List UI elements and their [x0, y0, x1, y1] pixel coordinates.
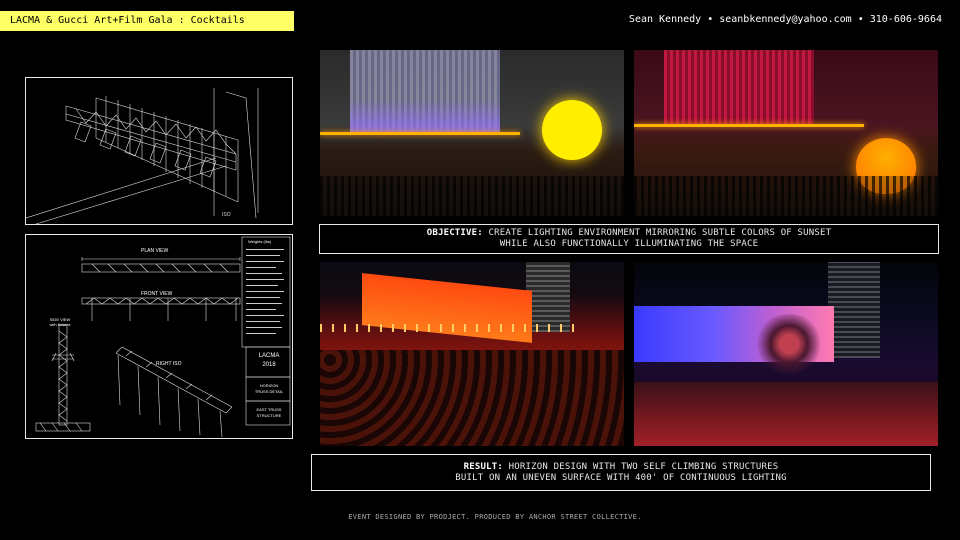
tower-building	[526, 262, 570, 332]
crowd-silhouettes-red	[634, 176, 938, 216]
palm-tree	[754, 314, 824, 374]
museum-facade-red	[664, 50, 814, 124]
plan-view-label: PLAN VIEW	[141, 248, 169, 254]
objective-text-1: CREATE LIGHTING ENVIRONMENT MIRRORING SU…	[488, 228, 832, 238]
light-line	[320, 132, 520, 135]
weights-label: Weights (lbs)	[248, 239, 272, 244]
title-block-sheet: HORIZON TRUSS DETAIL	[254, 383, 284, 394]
result-line-1: RESULT: HORIZON DESIGN WITH TWO SELF CLI…	[312, 462, 930, 473]
result-label: RESULT:	[463, 461, 504, 472]
truss-iso-render: ISO	[25, 77, 293, 225]
front-view-label: FRONT VIEW	[141, 291, 173, 297]
facade-glow	[350, 100, 500, 134]
result-text-1: HORIZON DESIGN WITH TWO SELF CLIMBING ST…	[508, 461, 779, 472]
render-sunset-red	[634, 50, 938, 216]
result-text-2: BUILT ON AN UNEVEN SURFACE WITH 400' OF …	[455, 472, 787, 483]
photo-blue-terrace	[634, 262, 938, 446]
title-block-structure: EAST TRUSS STRUCTURE	[256, 407, 282, 418]
light-line-red	[634, 124, 864, 127]
crowd-dense	[320, 350, 624, 446]
lit-pavilion	[362, 273, 532, 343]
photo-event-crowd	[320, 262, 624, 446]
result-box: RESULT: HORIZON DESIGN WITH TWO SELF CLI…	[311, 454, 931, 491]
truss-lights	[320, 324, 580, 332]
side-view-label: SIDE VIEW with fixtures	[49, 317, 71, 327]
terrace-floor	[634, 382, 938, 446]
project-title: LACMA & Gucci Art+Film Gala : Cocktails	[0, 11, 294, 31]
crowd-silhouettes	[320, 176, 624, 216]
sun-orb	[542, 100, 602, 160]
footer-credit: EVENT DESIGNED BY PRODJECT. PRODUCED BY …	[348, 513, 642, 521]
truss-detail-sheet: PLAN VIEW FRONT VIEW SIDE VIEW with fixt…	[25, 234, 293, 439]
truss-iso-drawing: ISO	[26, 88, 259, 224]
title-block-venue: LACMA	[258, 353, 280, 359]
objective-text-2: WHILE ALSO FUNCTIONALLY ILLUMINATING THE…	[499, 239, 759, 249]
contact-info: Sean Kennedy • seanbkennedy@yahoo.com • …	[628, 14, 942, 25]
objective-label: OBJECTIVE:	[426, 228, 483, 238]
tower-building-2	[828, 262, 880, 358]
objective-box: OBJECTIVE: CREATE LIGHTING ENVIRONMENT M…	[319, 224, 939, 254]
title-block-year: 2018	[262, 362, 276, 368]
right-iso-label: RIGHT ISO	[156, 361, 182, 367]
iso-label: ISO	[222, 212, 231, 218]
render-sunset-yellow	[320, 50, 624, 216]
objective-line-1: OBJECTIVE: CREATE LIGHTING ENVIRONMENT M…	[320, 228, 938, 239]
